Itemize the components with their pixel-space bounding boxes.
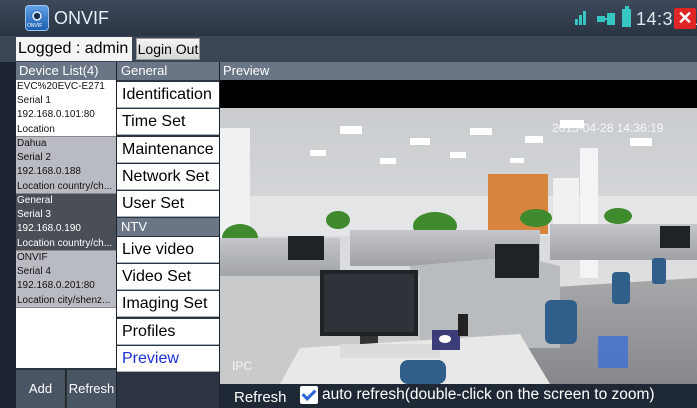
menu-section-general: General (117, 62, 219, 80)
battery-icon (622, 6, 631, 27)
device-item[interactable]: EVC%20EVC-E271 Serial 1 192.168.0.101:80… (16, 80, 116, 137)
preview-refresh-button[interactable]: Refresh (234, 389, 287, 406)
menu-item-video-set[interactable]: Video Set (117, 264, 219, 290)
menu-item-maintenance[interactable]: Maintenance (117, 137, 219, 163)
network-icon (597, 13, 615, 25)
preview-letterbox (220, 80, 697, 108)
preview-header: Preview (220, 62, 697, 80)
device-serial: Serial 4 (17, 266, 51, 278)
menu-item-imaging-set[interactable]: Imaging Set (117, 291, 219, 317)
device-location: Location city/shenz... (17, 294, 111, 306)
signal-icon (575, 11, 587, 25)
device-name: Dahua (17, 138, 47, 149)
add-device-button[interactable]: Add (16, 370, 66, 408)
device-item[interactable]: Dahua Serial 2 192.168.0.188 Location co… (16, 137, 116, 194)
device-name: General (17, 195, 53, 206)
device-location: Location (17, 123, 55, 135)
logged-user-label: Logged : admin (16, 37, 132, 61)
close-button[interactable]: ✕ (674, 8, 696, 29)
device-location: Location country/ch... (17, 180, 113, 192)
device-item-selected[interactable]: General Serial 3 192.168.0.190 Location … (16, 194, 116, 251)
device-ip: 192.168.0.188 (17, 166, 81, 178)
device-list: EVC%20EVC-E271 Serial 1 192.168.0.101:80… (16, 80, 116, 368)
camera-frame-image: 2015-04-28 14:36:19 IPC (220, 108, 697, 384)
menu-section-ntv: NTV (117, 218, 219, 236)
device-name: EVC%20EVC-E271 (17, 81, 105, 92)
app-icon-label: ONVIF (27, 23, 43, 29)
menu-item-network-set[interactable]: Network Set (117, 164, 219, 190)
device-name: ONVIF (17, 252, 48, 263)
menu-item-live-video[interactable]: Live video (117, 237, 219, 263)
menu-item-user-set[interactable]: User Set (117, 191, 219, 217)
osd-timestamp: 2015-04-28 14:36:19 (552, 121, 664, 135)
device-location: Location country/ch... (17, 237, 113, 249)
device-serial: Serial 3 (17, 209, 51, 221)
menu-item-profiles[interactable]: Profiles (117, 319, 219, 345)
device-item[interactable]: ONVIF Serial 4 192.168.0.201:80 Location… (16, 251, 116, 308)
camera-preview[interactable]: 2015-04-28 14:36:19 IPC (220, 108, 697, 384)
device-list-header: Device List(4) (16, 62, 116, 80)
menu-item-time-set[interactable]: Time Set (117, 109, 219, 135)
device-ip: 192.168.0.201:80 (17, 280, 95, 292)
auto-refresh-checkbox[interactable] (300, 386, 318, 404)
logout-button[interactable]: Login Out (136, 38, 200, 60)
device-ip: 192.168.0.190 (17, 223, 81, 235)
device-ip: 192.168.0.101:80 (17, 109, 95, 121)
device-serial: Serial 1 (17, 95, 51, 107)
app-title: ONVIF (54, 8, 110, 28)
auto-refresh-label: auto refresh(double-click on the screen … (322, 386, 655, 403)
refresh-devices-button[interactable]: Refresh (67, 370, 116, 408)
menu-item-identification[interactable]: Identification (117, 82, 219, 108)
device-serial: Serial 2 (17, 152, 51, 164)
menu-item-preview[interactable]: Preview (117, 346, 219, 372)
osd-channel-label: IPC (232, 359, 252, 373)
onvif-app-icon: ONVIF (25, 5, 49, 31)
